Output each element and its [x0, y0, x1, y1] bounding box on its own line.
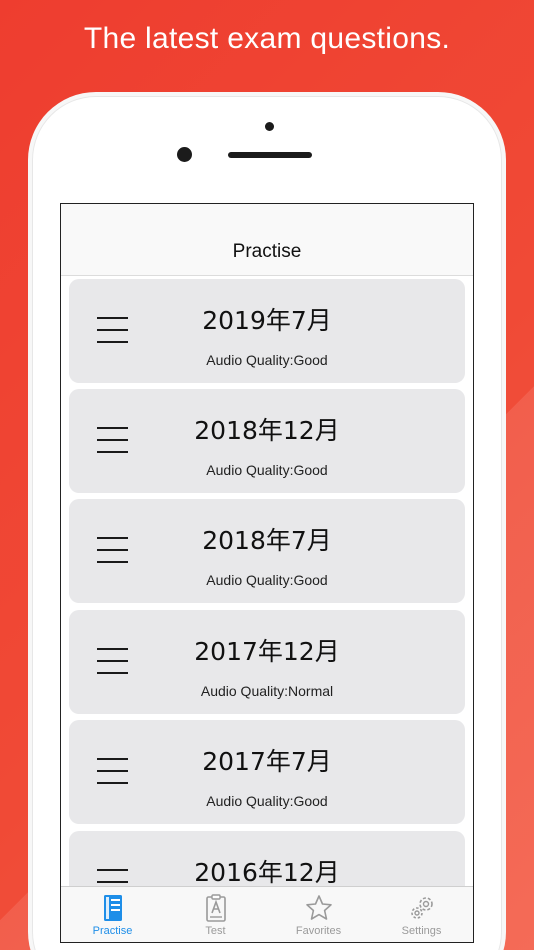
tab-label: Practise [92, 925, 133, 937]
exam-date: 2019年7月 [202, 306, 332, 335]
star-icon [305, 895, 332, 920]
exam-date: 2016年12月 [194, 858, 340, 887]
gear-icon [410, 897, 433, 919]
tab-favorites[interactable]: Favorites [267, 887, 370, 942]
list-item[interactable]: 2019年7月 Audio Quality:Good [69, 279, 465, 383]
tab-settings[interactable]: Settings [370, 887, 473, 942]
exam-list[interactable]: 2019年7月 Audio Quality:Good 2018年12月 Audi… [61, 279, 473, 887]
exam-date: 2018年7月 [202, 526, 332, 555]
tab-practise[interactable]: Practise [61, 887, 164, 942]
page-title: Practise [232, 241, 302, 262]
navigation-bar: Practise [61, 204, 473, 276]
exam-date: 2017年7月 [202, 747, 332, 776]
tab-label: Favorites [295, 925, 342, 937]
tab-test[interactable]: Test [164, 887, 267, 942]
list-item[interactable]: 2017年7月 Audio Quality:Good [69, 720, 465, 824]
tab-label: Test [205, 925, 226, 937]
audio-quality: Audio Quality:Good [206, 352, 328, 368]
exam-paper-icon [205, 894, 226, 922]
phone-speaker [228, 152, 312, 158]
list-item[interactable]: 2018年7月 Audio Quality:Good [69, 499, 465, 603]
book-icon [103, 895, 122, 921]
list-item[interactable]: 2017年12月 Audio Quality:Normal [69, 610, 465, 714]
list-item[interactable]: 2016年12月 [69, 831, 465, 887]
headline: The latest exam questions. [83, 22, 451, 55]
exam-date: 2018年12月 [194, 416, 340, 445]
list-item[interactable]: 2018年12月 Audio Quality:Good [69, 389, 465, 493]
app-screen: Practise 2019年7月 Audio Quality:Good 2018… [60, 203, 474, 943]
phone-sensor [265, 122, 274, 131]
audio-quality: Audio Quality:Good [206, 793, 328, 809]
audio-quality: Audio Quality:Good [206, 462, 328, 478]
tab-bar: Practise Test Favorites Settings [61, 886, 473, 942]
exam-date: 2017年12月 [194, 637, 340, 666]
audio-quality: Audio Quality:Good [206, 572, 328, 588]
tab-label: Settings [401, 925, 442, 937]
audio-quality: Audio Quality:Normal [200, 683, 334, 699]
phone-camera [177, 147, 192, 162]
